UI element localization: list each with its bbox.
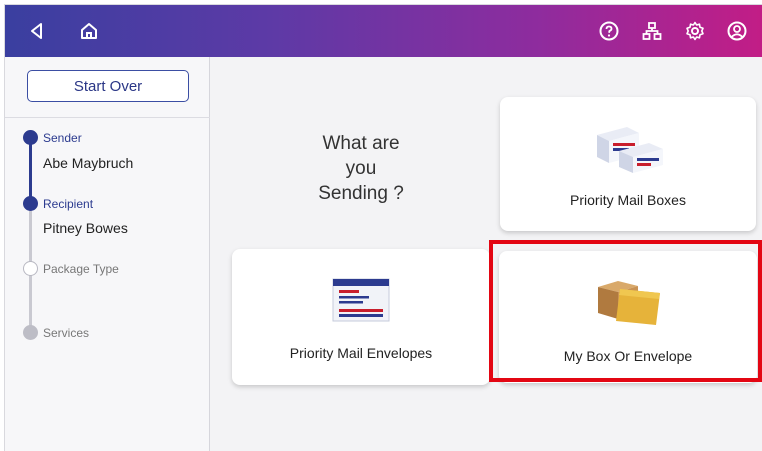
priority-mail-envelopes-card[interactable]: Priority Mail Envelopes [232,249,490,385]
top-bar [5,5,762,57]
settings-icon[interactable] [681,17,709,45]
my-box-icon [594,277,666,332]
sidebar-divider [5,117,210,118]
progress-sidebar: Start Over Sender Abe Maybruch Recipient… [5,57,210,451]
priority-mail-boxes-card[interactable]: Priority Mail Boxes [500,97,756,231]
network-icon[interactable] [638,17,666,45]
back-icon[interactable] [23,17,51,45]
step-dot-services [23,325,38,340]
priority-mail-envelopes-label: Priority Mail Envelopes [289,345,433,361]
step-dot-recipient [23,196,38,211]
step-label-services: Services [43,326,90,340]
step-connector-done [29,137,32,203]
my-box-or-envelope-label: My Box Or Envelope [563,348,693,364]
priority-envelope-icon [331,275,391,330]
start-over-button[interactable]: Start Over [27,70,189,102]
step-value-sender: Abe Maybruch [43,155,134,171]
account-icon[interactable] [723,17,751,45]
step-label-sender: Sender [43,131,82,145]
app-window: Start Over Sender Abe Maybruch Recipient… [4,4,762,451]
my-box-or-envelope-card[interactable]: My Box Or Envelope [499,251,757,383]
step-label-recipient: Recipient [43,197,94,211]
step-dot-package-type [23,261,38,276]
page-question: What are you Sending ? [318,133,404,204]
priority-mail-boxes-label: Priority Mail Boxes [570,192,686,208]
step-value-recipient: Pitney Bowes [43,220,128,236]
step-connector-pending [29,203,32,269]
help-icon[interactable] [595,17,623,45]
priority-boxes-icon [593,121,665,180]
home-icon[interactable] [75,17,103,45]
step-dot-sender [23,130,38,145]
step-label-package-type: Package Type [43,262,119,276]
main-content: What are you Sending ? Priority Mail Box… [211,57,762,451]
